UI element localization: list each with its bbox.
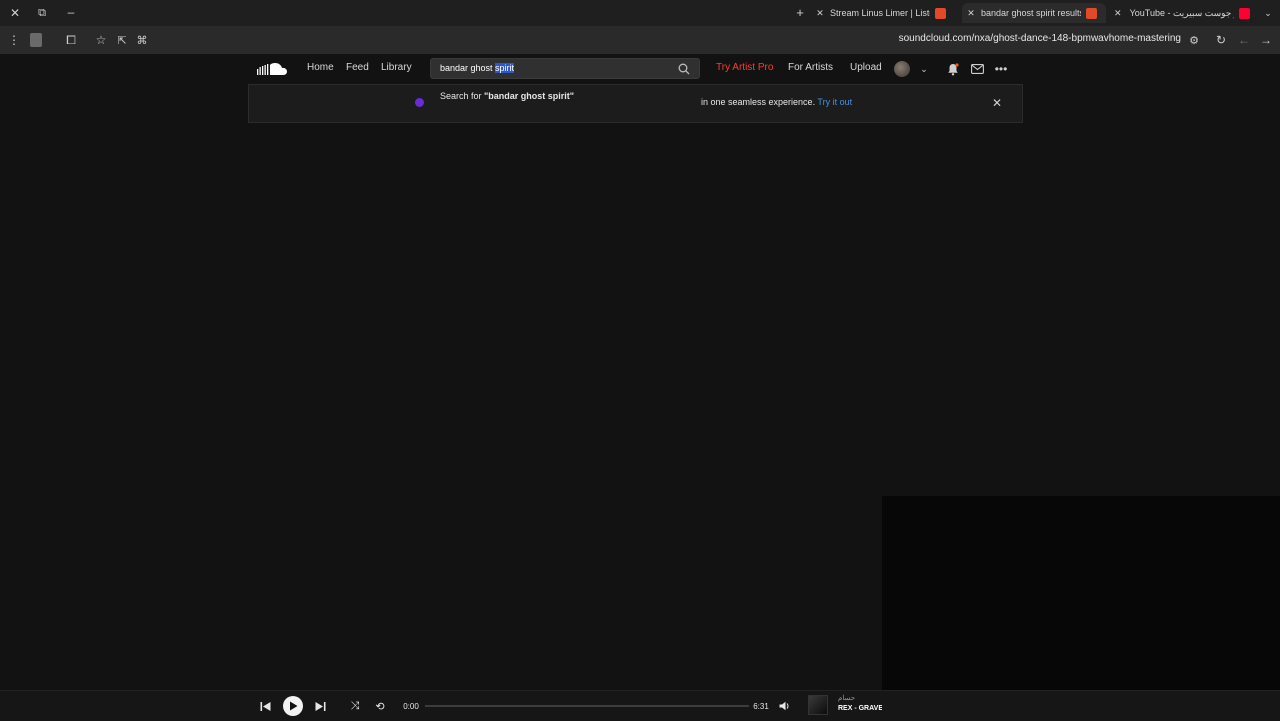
- search-input-value: bandar ghost spirit: [440, 63, 515, 73]
- search-input[interactable]: bandar ghost spirit: [430, 58, 700, 79]
- tab-title: bandar ghost spirit results on S: [981, 8, 1081, 18]
- progress-bar[interactable]: [425, 705, 749, 707]
- promo-dot-icon: [415, 98, 424, 107]
- banner-search-query: "bandar ghost spirit": [484, 91, 575, 101]
- nav-home[interactable]: Home: [307, 62, 334, 73]
- chevron-down-icon[interactable]: ⌄: [918, 62, 930, 76]
- volume-speaker-icon[interactable]: [777, 698, 791, 714]
- close-tab-icon[interactable]: ✕: [1112, 8, 1124, 19]
- restore-window-icon[interactable]: ⧉: [35, 6, 49, 20]
- elapsed-time: 0:00: [403, 701, 419, 711]
- soundcloud-header: Home Feed Library bandar ghost spirit Tr…: [0, 54, 1280, 84]
- browser-tab-strip: ✕ ⧉ – + ✕ Stream Linus Limer | Listen to…: [0, 0, 1280, 26]
- player-bar: ⤨ ⟲ 0:00 6:31 حسام REX - GRAVE: [0, 690, 1280, 721]
- new-tab-icon[interactable]: +: [793, 5, 807, 20]
- profile-icon[interactable]: [30, 33, 42, 47]
- track-duration: 6:31: [753, 701, 769, 711]
- close-tab-icon[interactable]: ✕: [965, 8, 977, 19]
- next-track-icon[interactable]: [313, 698, 327, 714]
- back-arrow-icon[interactable]: ←: [1237, 32, 1251, 48]
- nav-library[interactable]: Library: [381, 62, 412, 73]
- try-it-out-link[interactable]: Try it out: [817, 97, 852, 107]
- soundcloud-logo-icon[interactable]: [256, 61, 288, 77]
- close-window-icon[interactable]: ✕: [8, 6, 22, 20]
- close-banner-icon[interactable]: ✕: [990, 96, 1004, 110]
- more-options-icon[interactable]: •••: [993, 61, 1009, 77]
- extensions-icon[interactable]: ⧠: [64, 32, 78, 48]
- youtube-favicon-icon: [1239, 7, 1250, 19]
- search-selected-text: spirit: [495, 63, 515, 73]
- upload-link[interactable]: Upload: [850, 62, 882, 73]
- banner-search-text: Search for "bandar ghost spirit": [440, 91, 574, 101]
- nav-feed[interactable]: Feed: [346, 62, 369, 73]
- for-artists-link[interactable]: For Artists: [788, 62, 833, 73]
- share-icon[interactable]: ⇱: [115, 32, 129, 48]
- soundcloud-favicon-icon: [1086, 7, 1097, 19]
- notifications-bell-icon[interactable]: [946, 61, 960, 77]
- translate-icon[interactable]: ⌘: [135, 32, 149, 48]
- previous-track-icon[interactable]: [258, 698, 272, 714]
- search-icon[interactable]: [677, 62, 691, 76]
- search-promo-banner: Search for "bandar ghost spirit" in one …: [248, 84, 1023, 123]
- close-tab-icon[interactable]: ✕: [814, 8, 826, 19]
- tab-stream-linus-limer[interactable]: ✕ Stream Linus Limer | Listen to G: [814, 3, 956, 23]
- repeat-icon[interactable]: ⟲: [373, 698, 387, 714]
- try-artist-pro-link[interactable]: Try Artist Pro: [716, 62, 773, 73]
- messages-mail-icon[interactable]: [970, 61, 984, 77]
- track-artist[interactable]: حسام: [838, 694, 855, 702]
- address-bar-url[interactable]: soundcloud.com/nxa/ghost-dance-148-bpmwa…: [899, 33, 1181, 44]
- banner-search-prefix: Search for: [440, 91, 485, 101]
- bookmark-star-icon[interactable]: ☆: [94, 32, 108, 48]
- play-button[interactable]: [283, 696, 303, 716]
- user-avatar[interactable]: [894, 61, 910, 77]
- tab-bandar-ghost-spirit-results[interactable]: ✕ bandar ghost spirit results on S: [962, 3, 1106, 23]
- tab-title: YouTube - بندر جوست سبيريت: [1129, 7, 1234, 18]
- track-artwork[interactable]: [808, 695, 828, 715]
- tab-search-chevron-icon[interactable]: ⌄: [1261, 6, 1275, 20]
- video-overlay: [882, 496, 1280, 690]
- track-title[interactable]: REX - GRAVE: [838, 705, 882, 712]
- search-text: bandar ghost: [440, 63, 496, 73]
- site-settings-icon[interactable]: ⚙: [1187, 32, 1201, 48]
- soundcloud-favicon-icon: [935, 7, 946, 19]
- browser-menu-icon[interactable]: ⋮: [7, 32, 21, 48]
- banner-experience-text: in one seamless experience. Try it out: [701, 97, 852, 107]
- minimize-window-icon[interactable]: –: [64, 5, 78, 19]
- shuffle-icon[interactable]: ⤨: [348, 698, 362, 714]
- tab-youtube[interactable]: ✕ YouTube - بندر جوست سبيريت: [1112, 3, 1255, 23]
- forward-arrow-icon[interactable]: →: [1259, 32, 1273, 48]
- reload-icon[interactable]: ↻: [1214, 32, 1228, 48]
- tab-title: Stream Linus Limer | Listen to G: [830, 8, 930, 18]
- browser-toolbar: ⋮ ⧠ ☆ ⇱ ⌘ soundcloud.com/nxa/ghost-dance…: [0, 26, 1280, 54]
- banner-experience-label: in one seamless experience.: [701, 97, 816, 107]
